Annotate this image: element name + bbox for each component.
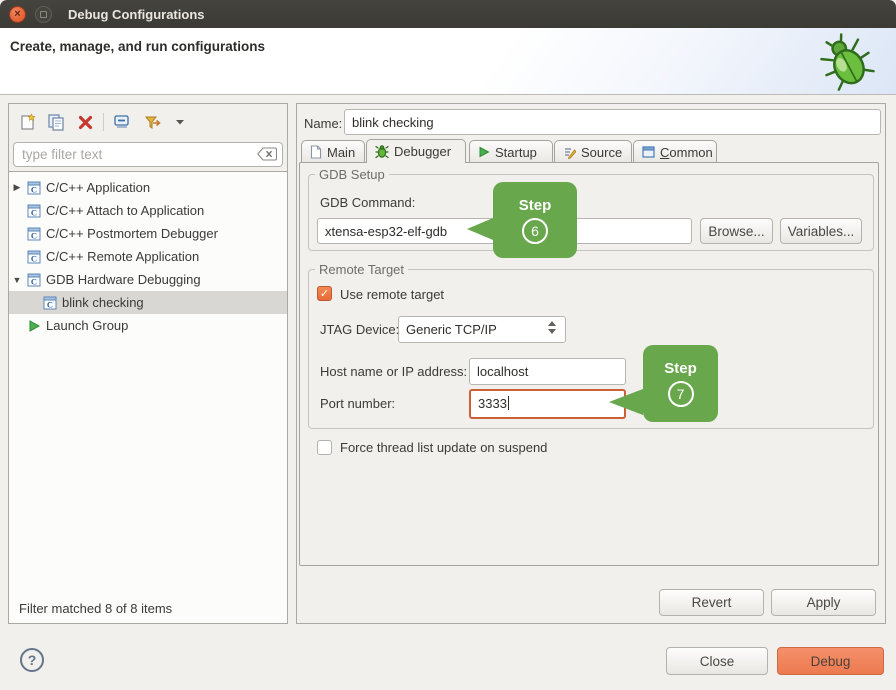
svg-text:C: C [31,207,37,217]
use-remote-target-checkbox[interactable]: ✓ [317,286,332,301]
remote-target-legend: Remote Target [315,262,408,277]
filter-row [13,142,283,167]
debug-button[interactable]: Debug [777,647,884,675]
callout-arrow-left-icon [609,389,643,415]
tab-source[interactable]: Source [554,140,632,163]
text-caret [508,396,509,410]
svg-text:C: C [31,230,37,240]
step-6-callout: Step 6 [493,182,577,258]
window-close-button[interactable]: × [9,6,26,23]
c-application-icon: C [25,204,43,218]
jtag-device-select[interactable]: Generic TCP/IP [398,316,566,343]
sidebar-toolbar [9,104,287,140]
source-icon [563,146,576,159]
filter-input[interactable] [13,142,283,167]
help-button[interactable]: ? [20,648,44,672]
toolbar-separator [103,113,104,131]
port-label: Port number: [320,396,395,411]
collapse-arrow-icon[interactable]: ▼ [9,275,25,285]
configurations-tree: ▶ C C/C++ Application C C/C++ Attach to … [9,171,287,623]
c-application-icon: C [41,296,59,310]
tab-startup[interactable]: Startup [469,140,553,163]
filter-configurations-icon[interactable] [140,112,162,132]
toolbar-dropdown-icon[interactable] [169,112,191,132]
svg-text:C: C [31,184,37,194]
window-restore-button[interactable] [35,6,52,23]
tree-item-launch-group[interactable]: Launch Group [9,314,287,337]
tree-item-blink-checking[interactable]: C blink checking [9,291,287,314]
tab-main[interactable]: Main [301,140,365,163]
tree-item-cpp-postmortem[interactable]: C C/C++ Postmortem Debugger [9,222,287,245]
browse-button[interactable]: Browse... [700,218,773,244]
c-application-icon: C [25,227,43,241]
banner-subtitle: Create, manage, and run configurations [10,39,265,54]
apply-button[interactable]: Apply [771,589,876,616]
step-number-badge: 7 [668,381,694,407]
jtag-device-label: JTAG Device: [320,322,399,337]
tree-item-cpp-attach[interactable]: C C/C++ Attach to Application [9,199,287,222]
use-remote-target-label: Use remote target [340,287,444,302]
name-input[interactable] [344,109,881,135]
restore-icon [40,11,47,18]
dialog-banner: Create, manage, and run configurations [0,28,896,95]
svg-text:C: C [31,276,37,286]
host-input[interactable] [469,358,626,385]
delete-configuration-icon[interactable] [74,112,96,132]
duplicate-configuration-icon[interactable] [45,112,67,132]
c-application-icon: C [25,273,43,287]
step-number-badge: 6 [522,218,548,244]
c-application-icon: C [25,181,43,195]
tree-item-cpp-application[interactable]: ▶ C C/C++ Application [9,176,287,199]
variables-button[interactable]: Variables... [780,218,862,244]
new-configuration-icon[interactable] [16,112,38,132]
configurations-sidebar: ▶ C C/C++ Application C C/C++ Attach to … [8,103,288,624]
bug-icon [375,145,389,159]
gdb-command-label: GDB Command: [320,195,415,210]
c-application-icon: C [25,250,43,264]
titlebar[interactable]: × Debug Configurations [0,0,896,28]
clear-filter-icon[interactable] [257,147,277,166]
name-label: Name: [304,116,342,131]
debug-configurations-dialog: × Debug Configurations Create, manage, a… [0,0,896,690]
question-mark-icon: ? [28,652,37,668]
debugger-tab-content: GDB Setup GDB Command: Browse... Variabl… [299,162,879,566]
tree-item-cpp-remote[interactable]: C C/C++ Remote Application [9,245,287,268]
window-title: Debug Configurations [68,7,205,22]
force-thread-checkbox[interactable] [317,440,332,455]
force-thread-label: Force thread list update on suspend [340,440,547,455]
tree-item-gdb-hardware-debugging[interactable]: ▼ C GDB Hardware Debugging [9,268,287,291]
tab-common[interactable]: Common [633,140,717,163]
play-icon [478,146,490,158]
debug-bug-icon [814,30,880,97]
launch-group-icon [25,319,43,333]
close-button[interactable]: Close [666,647,768,675]
port-input[interactable]: 3333 [469,389,626,419]
configuration-detail-panel: Name: Main Debugger Startup Source Commo… [296,103,886,624]
close-icon: × [14,9,20,20]
collapse-all-icon[interactable] [111,112,133,132]
window-icon [642,146,655,158]
host-label: Host name or IP address: [320,364,467,379]
tab-debugger[interactable]: Debugger [366,139,466,163]
filter-status-text: Filter matched 8 of 8 items [19,601,172,616]
document-icon [310,145,322,159]
revert-button[interactable]: Revert [659,589,764,616]
step-7-callout: Step 7 [643,345,718,422]
spinner-arrows-icon [548,321,556,334]
gdb-setup-legend: GDB Setup [315,167,389,182]
callout-arrow-left-icon [467,218,493,240]
svg-text:C: C [31,253,37,263]
svg-text:C: C [47,299,53,309]
expand-arrow-icon[interactable]: ▶ [9,182,25,193]
check-icon: ✓ [320,287,329,300]
